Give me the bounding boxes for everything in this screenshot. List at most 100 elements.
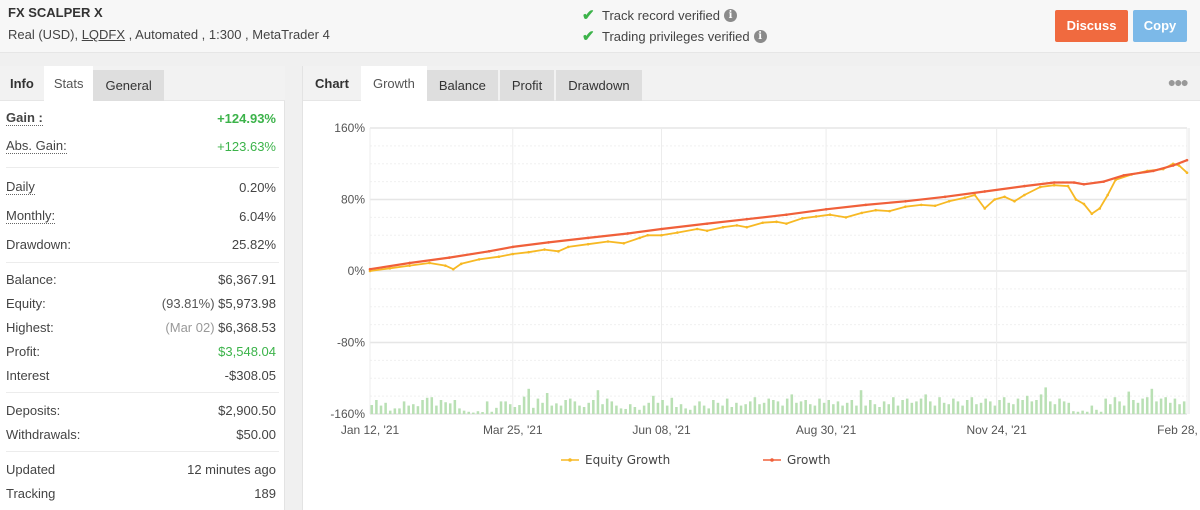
equity-growth-point [1106, 193, 1109, 197]
equity-growth-point [735, 224, 739, 227]
stat-withdrawals: Withdrawals: $50.00 [0, 422, 285, 446]
volume-bar [799, 401, 803, 414]
divider [6, 262, 279, 263]
volume-bar [499, 401, 503, 414]
volume-bar [1062, 401, 1066, 414]
volume-bar [1122, 405, 1126, 414]
legend-marker [568, 458, 572, 462]
info-icon[interactable]: i [724, 8, 737, 22]
tab-drawdown[interactable]: Drawdown [556, 70, 642, 101]
stat-label: Equity: [6, 295, 46, 311]
growth-point [1082, 183, 1086, 186]
volume-bar [1025, 395, 1029, 414]
chart-legend[interactable]: Equity Growth Growth [561, 453, 830, 467]
volume-bar [910, 402, 914, 414]
volume-bar [864, 405, 867, 414]
tab-growth[interactable]: Growth [360, 66, 427, 102]
stats-list: Gain : +124.93% Abs. Gain: +123.63% Dail… [0, 101, 285, 505]
stat-label[interactable]: Monthly: [6, 208, 56, 224]
volume-bar [1072, 411, 1075, 414]
volume-bar [504, 401, 507, 414]
volume-bar [453, 400, 457, 414]
volume-bar [1081, 410, 1084, 414]
volume-bar [965, 400, 969, 414]
more-options-icon[interactable]: ●●● [1168, 74, 1189, 90]
volume-bar [1104, 398, 1107, 414]
tab-balance[interactable]: Balance [426, 70, 498, 101]
discuss-button[interactable]: Discuss [1055, 10, 1128, 42]
growth-point [511, 245, 515, 249]
equity-growth-point [1098, 207, 1102, 210]
volume-bar [762, 402, 766, 414]
volume-bar [822, 402, 826, 414]
tab-info[interactable]: Info [0, 66, 44, 101]
volume-bar [721, 405, 724, 414]
volume-bar [485, 401, 489, 414]
stat-interest: Interest -$308.05 [0, 363, 285, 387]
volume-bar [1058, 398, 1061, 414]
volume-bar [610, 401, 614, 414]
volume-bar [1053, 404, 1057, 414]
volume-bar [1035, 400, 1038, 414]
volume-bar [887, 404, 891, 414]
stat-deposits: Deposits: $2,900.50 [0, 398, 285, 422]
legend-label: Growth [787, 453, 830, 467]
volume-bar [1150, 388, 1154, 414]
x-tick-label: Nov 24, '21 [966, 423, 1027, 437]
stat-label[interactable]: Abs. Gain: [6, 138, 67, 154]
x-axis-ticks: Jan 12, '21 Mar 25, '21 Jun 08, '21 Aug 30,… [341, 423, 1200, 437]
check-icon: ✔ [582, 28, 595, 45]
tab-general[interactable]: General [93, 70, 164, 101]
volume-bar [1007, 402, 1011, 414]
tab-profit[interactable]: Profit [499, 70, 555, 101]
stat-daily: Daily 0.20% [0, 172, 285, 202]
volume-bar [481, 412, 484, 414]
volume-bar [905, 398, 909, 414]
volume-bar [508, 404, 512, 414]
info-icon[interactable]: i [753, 29, 767, 43]
y-axis-ticks: 160% 80% 0% -80% -160% [330, 121, 365, 421]
tab-stats[interactable]: Stats [43, 66, 94, 102]
equity-growth-point [874, 208, 877, 212]
volume-bar [933, 405, 937, 414]
volume-bar [1044, 387, 1047, 414]
volume-bar [564, 400, 567, 414]
growth-point [705, 222, 709, 225]
stat-equity: Equity: (93.81%) $5,973.98 [0, 291, 285, 315]
volume-bar [989, 401, 992, 414]
volume-bar [1155, 401, 1158, 414]
volume-bar [1030, 401, 1034, 414]
volume-bar [587, 402, 590, 414]
stat-value: $3,548.04 [218, 343, 276, 359]
equity-growth-point [1082, 202, 1086, 206]
copy-button[interactable]: Copy [1133, 10, 1187, 42]
volume-bar [758, 404, 761, 414]
stat-abs-gain: Abs. Gain: +123.63% [0, 131, 285, 161]
volume-bar [628, 404, 632, 414]
volume-bar [684, 408, 687, 414]
volume-bar [1169, 402, 1172, 414]
y-tick-label: 80% [341, 193, 365, 207]
equity-growth-point [1074, 198, 1078, 201]
volume-bar [956, 401, 960, 414]
broker-link[interactable]: LQDFX [82, 27, 125, 42]
verification-label: Track record verified [602, 7, 720, 23]
system-title: FX SCALPER X [8, 5, 103, 20]
volume-bar [1039, 394, 1043, 414]
volume-bar [1012, 404, 1015, 414]
volume-bar [975, 404, 978, 414]
volume-bar [495, 407, 498, 414]
stat-label: Profit: [6, 343, 40, 359]
volume-bar [753, 397, 757, 414]
tab-chart[interactable]: Chart [303, 66, 361, 101]
stat-label[interactable]: Gain : [6, 110, 43, 126]
equity-growth-point [1185, 171, 1189, 174]
equity-growth-point [676, 231, 679, 234]
volume-bar [462, 410, 466, 414]
volume-bar [522, 396, 526, 414]
equity-growth-point [933, 204, 937, 208]
growth-point [1052, 181, 1056, 184]
equity-growth-point [497, 255, 501, 258]
volume-bar [901, 400, 904, 414]
stat-label[interactable]: Daily [6, 179, 35, 195]
